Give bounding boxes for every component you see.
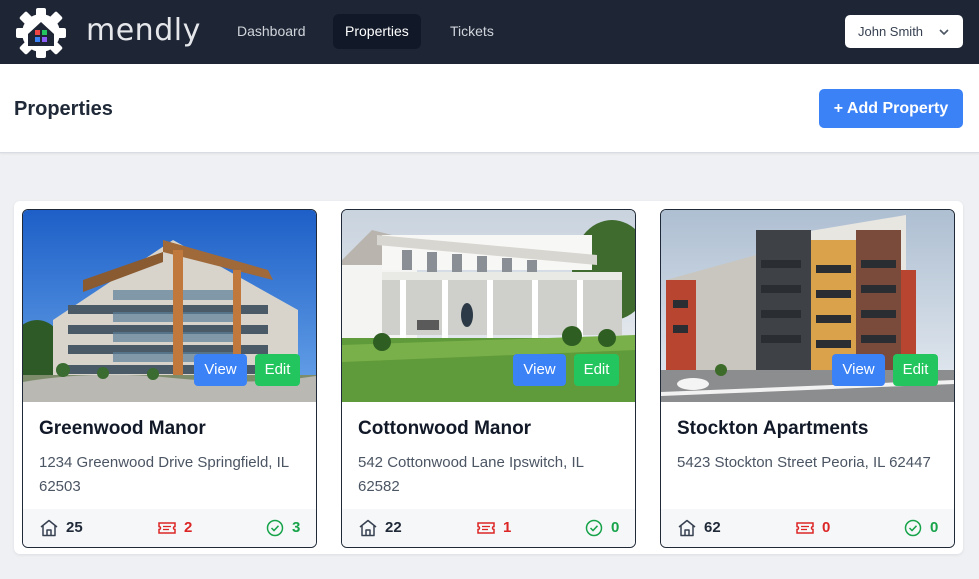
check-circle-icon [585, 519, 603, 537]
property-name[interactable]: Cottonwood Manor [358, 418, 531, 440]
resolved-count: 0 [611, 519, 620, 536]
house-icon [40, 519, 58, 537]
units-count: 25 [66, 519, 83, 536]
property-address: 5423 Stockton Street Peoria, IL 62447 [677, 454, 931, 471]
page-header: Properties + Add Property [0, 64, 979, 153]
resolved-count: 0 [930, 519, 939, 536]
open-tickets-count: 0 [822, 519, 831, 536]
user-name: John Smith [858, 24, 924, 39]
top-navbar: mendly Dashboard Properties Tickets John… [0, 0, 979, 64]
chevron-down-icon [939, 29, 949, 36]
property-stats: 25 2 3 [23, 509, 316, 547]
property-name[interactable]: Greenwood Manor [39, 418, 206, 440]
property-address: 542 Cottonwood Lane Ipswitch, IL 62582 [358, 454, 584, 495]
house-icon [678, 519, 696, 537]
edit-button[interactable]: Edit [893, 354, 938, 386]
page-title: Properties [14, 98, 113, 120]
property-card[interactable]: View Edit Cottonwood Manor 542 Cottonwoo… [341, 209, 636, 548]
property-stats: 22 1 0 [342, 509, 635, 547]
property-address: 1234 Greenwood Drive Springfield, IL 625… [39, 454, 289, 495]
edit-button[interactable]: Edit [255, 354, 300, 386]
check-circle-icon [904, 519, 922, 537]
add-property-button[interactable]: + Add Property [819, 89, 963, 128]
view-button[interactable]: View [832, 354, 885, 386]
ticket-icon [158, 522, 176, 534]
property-name[interactable]: Stockton Apartments [677, 418, 868, 440]
brand-name[interactable]: mendly [86, 13, 201, 48]
check-circle-icon [266, 519, 284, 537]
nav-dashboard[interactable]: Dashboard [225, 14, 318, 49]
units-count: 22 [385, 519, 402, 536]
nav-tickets[interactable]: Tickets [438, 14, 506, 49]
house-icon [359, 519, 377, 537]
open-tickets-count: 1 [503, 519, 512, 536]
view-button[interactable]: View [513, 354, 566, 386]
units-count: 62 [704, 519, 721, 536]
property-stats: 62 0 0 [661, 509, 954, 547]
view-button[interactable]: View [194, 354, 247, 386]
user-menu-button[interactable]: John Smith [845, 15, 963, 48]
property-card[interactable]: View Edit Stockton Apartments 5423 Stock… [660, 209, 955, 548]
logo-gear-icon[interactable] [14, 6, 68, 60]
edit-button[interactable]: Edit [574, 354, 619, 386]
open-tickets-count: 2 [184, 519, 193, 536]
ticket-icon [796, 522, 814, 534]
resolved-count: 3 [292, 519, 301, 536]
ticket-icon [477, 522, 495, 534]
nav-properties[interactable]: Properties [333, 14, 421, 49]
property-card[interactable]: View Edit Greenwood Manor 1234 Greenwood… [22, 209, 317, 548]
